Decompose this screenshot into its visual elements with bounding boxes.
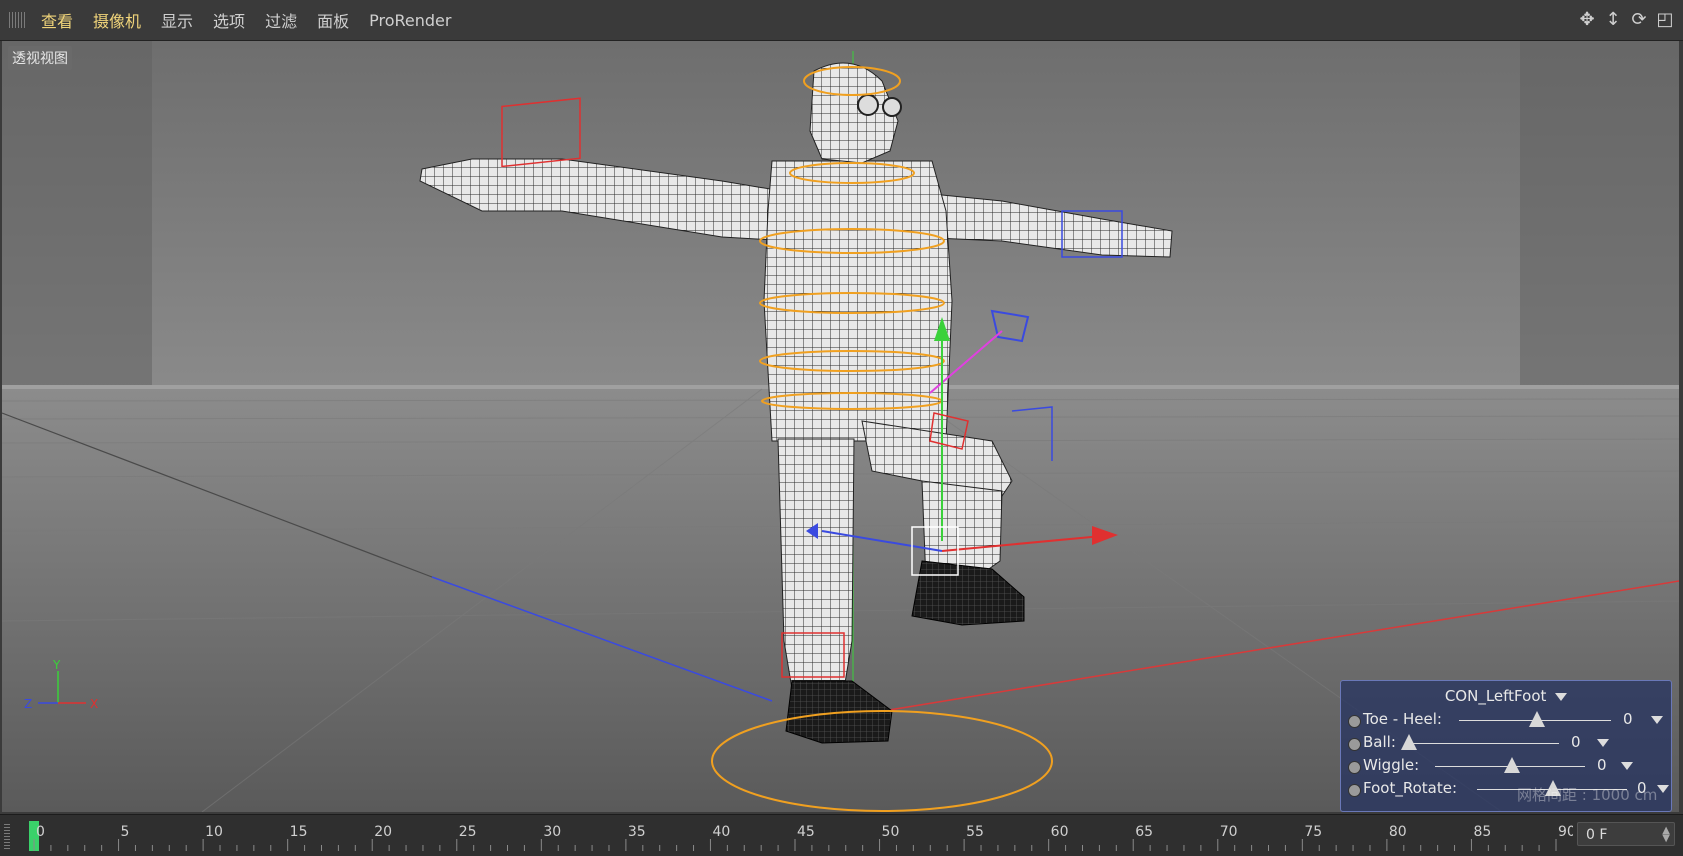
viewport-navigation-tools: ✥ ↕ ⟳ ◰ [1577, 10, 1675, 30]
chevron-down-icon[interactable] [1597, 739, 1609, 747]
keyframe-dot-icon[interactable] [1348, 761, 1361, 774]
keyframe-dot-icon[interactable] [1348, 715, 1361, 728]
axis-x-label: X [90, 697, 98, 711]
timeline-tick-label: 5 [121, 824, 130, 840]
hud-value[interactable]: 0 [1623, 710, 1633, 728]
timeline-bar: 0 5 10 15 20 25 30 35 40 45 50 55 60 65 70 75 80 85 90 0 F… [0, 814, 1683, 856]
keyframe-dot-icon[interactable] [1348, 784, 1361, 797]
menu-view[interactable]: 查看 [41, 8, 73, 32]
timeline-tick-label: 80 [1389, 824, 1407, 840]
hud-row-toe-heel: Toe - Heel: 0 [1341, 709, 1671, 732]
view-name-label[interactable]: 透视视图 [8, 46, 72, 70]
slider-thumb[interactable] [1401, 734, 1417, 750]
hud-label: Ball: [1363, 733, 1396, 751]
hud-label: Toe - Heel: [1363, 710, 1442, 728]
sky-side-right [1520, 41, 1679, 389]
hud-foot-controls: CON_LeftFoot Toe - Heel: 0 Ball: 0 Wiggl… [1340, 680, 1672, 812]
drag-grip-icon[interactable] [9, 12, 27, 28]
menu-camera[interactable]: 摄像机 [93, 8, 141, 32]
timeline-tick-label: 0 [36, 824, 45, 840]
timeline-tick-label: 15 [290, 824, 308, 840]
chevron-down-icon[interactable] [1657, 785, 1669, 793]
viewport-menubar: 查看 摄像机 显示 选项 过滤 面板 ProRender ✥ ↕ ⟳ ◰ [0, 0, 1683, 41]
hud-value[interactable]: 0 [1571, 733, 1581, 751]
character-glasses-lens-2 [882, 97, 902, 117]
menu-options[interactable]: 选项 [213, 8, 245, 32]
slider-thumb[interactable] [1504, 757, 1520, 773]
timeline-tick-label: 20 [374, 824, 392, 840]
hud-value[interactable]: 0 [1597, 756, 1607, 774]
timeline-tick-label: 85 [1473, 824, 1491, 840]
slider-track[interactable] [1409, 743, 1559, 744]
menu-prorender[interactable]: ProRender [369, 11, 451, 30]
timeline-tick-label: 50 [882, 824, 900, 840]
timeline-tick-label: 75 [1304, 824, 1322, 840]
menu-panel[interactable]: 面板 [317, 8, 349, 32]
maximize-view-icon[interactable]: ◰ [1655, 10, 1675, 30]
chevron-down-icon[interactable] [1651, 716, 1663, 724]
sky-side-left [2, 41, 152, 389]
character-glasses-lens [857, 94, 879, 116]
timeline-tick-label: 90 [1558, 824, 1573, 840]
menu-display[interactable]: 显示 [161, 8, 193, 32]
timeline-tick-label: 10 [205, 824, 223, 840]
timeline-tick-label: 40 [712, 824, 730, 840]
slider-thumb[interactable] [1529, 711, 1545, 727]
move-view-icon[interactable]: ✥ [1577, 10, 1597, 30]
current-frame-field[interactable]: 0 F ▲ ▼ [1577, 822, 1675, 846]
pan-view-icon[interactable]: ↕ [1603, 10, 1623, 30]
timeline-tick-label: 55 [966, 824, 984, 840]
menu-filter[interactable]: 过滤 [265, 8, 297, 32]
hud-row-ball: Ball: 0 [1341, 732, 1671, 755]
timeline-tick-label: 60 [1051, 824, 1069, 840]
hud-title[interactable]: CON_LeftFoot [1341, 687, 1671, 709]
timeline-tick-label: 35 [628, 824, 646, 840]
chevron-down-icon[interactable] [1621, 762, 1633, 770]
character-torso [763, 160, 953, 442]
rotate-view-icon[interactable]: ⟳ [1629, 10, 1649, 30]
timeline-tick-label: 45 [797, 824, 815, 840]
hud-row-wiggle: Wiggle: 0 [1341, 755, 1671, 778]
timeline-tick-label: 70 [1220, 824, 1238, 840]
timeline-tick-label: 25 [459, 824, 477, 840]
hud-label: Wiggle: [1363, 756, 1420, 774]
grid-spacing-readout: 网格间距 : 1000 cm [1517, 786, 1658, 804]
keyframe-dot-icon[interactable] [1348, 738, 1361, 751]
axis-y-label: Y [52, 658, 61, 672]
hud-label: Foot_Rotate: [1363, 779, 1457, 797]
timeline-tick-label: 65 [1135, 824, 1153, 840]
axis-z-label: Z [24, 697, 32, 711]
drag-grip-icon[interactable] [4, 823, 10, 849]
character-left-leg [777, 438, 855, 702]
chevron-down-icon[interactable] [1555, 692, 1568, 701]
timeline-tick-label: 30 [543, 824, 561, 840]
timeline-ruler[interactable]: 0 5 10 15 20 25 30 35 40 45 50 55 60 65 70 75 80 85 90 [16, 817, 1573, 853]
spinner-arrows-icon[interactable]: ▲ ▼ [1662, 826, 1670, 844]
